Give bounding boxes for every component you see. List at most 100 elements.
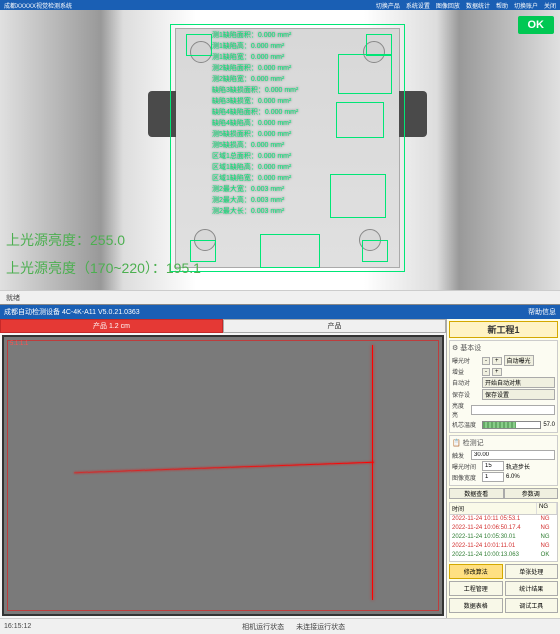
temperature-progress xyxy=(482,421,541,429)
roi-box xyxy=(330,174,386,218)
inspection-window-top: 成都XXXXX视觉检测系统 切换产品 系统设置 图像回放 数据统计 帮助 切换账… xyxy=(0,0,560,305)
subtab-data-view[interactable]: 数据查看 xyxy=(449,488,504,499)
bot-app-title: 成都自动检测设备 4C-4K-A11 V5.0.21.0363 xyxy=(4,307,140,317)
measurement-row: 缺陷4缺陷面积：0.000 mm² xyxy=(212,107,298,118)
action-button-grid: 修改算法 单张处理 工程管理 统计结果 数据表格 调试工具 xyxy=(449,564,558,613)
brightness-input[interactable] xyxy=(471,405,555,415)
log-row[interactable]: 2022-11-24 10:01:11.01NG xyxy=(450,542,557,551)
measurement-row: 测5缺损面积：0.000 mm² xyxy=(212,129,298,140)
stats-result-button[interactable]: 统计结果 xyxy=(505,581,559,596)
measurement-row: 缺陷3缺损面积：0.000 mm² xyxy=(212,85,298,96)
measurement-row: 区域1缺陷高：0.000 mm² xyxy=(212,162,298,173)
menu-data-stats[interactable]: 数据统计 xyxy=(466,1,490,10)
section-basic-settings: ⚙ 基本设 曝光时 - + 自动曝光 增益 - + 自动对 开始自动对焦 xyxy=(449,340,558,433)
measurement-row: 测2最大宽：0.003 mm² xyxy=(212,184,298,195)
measurement-row: 测2最大高：0.003 mm² xyxy=(212,195,298,206)
label-pct: 6.0% xyxy=(506,474,520,480)
trigger-input[interactable] xyxy=(471,450,555,460)
exposure-dec-button[interactable]: - xyxy=(482,357,490,365)
measurement-row: 测2缺陷宽：0.000 mm² xyxy=(212,74,298,85)
measurement-row: 区域1总面积：0.000 mm² xyxy=(212,151,298,162)
label-img-width: 图像宽度 xyxy=(452,473,480,482)
menu-switch-account[interactable]: 切换账户 xyxy=(514,1,538,10)
detection-bbox xyxy=(7,340,439,611)
subtab-param-adj[interactable]: 参数调 xyxy=(504,488,559,499)
status-time: 16:15:12 xyxy=(4,623,31,630)
measurement-row: 测1缺陷宽：0.000 mm² xyxy=(212,52,298,63)
log-head-time: 时间 xyxy=(450,503,537,514)
single-process-button[interactable]: 单张处理 xyxy=(505,564,559,579)
project-title: 新工程1 xyxy=(449,321,558,338)
tab-product-1[interactable]: 产品 1.2 cm xyxy=(0,319,223,333)
section-header: 📋 检测记 xyxy=(452,438,555,448)
measurement-row: 测1缺陷高：0.000 mm² xyxy=(212,41,298,52)
project-manage-button[interactable]: 工程管理 xyxy=(449,581,503,596)
temperature-bar xyxy=(483,422,516,428)
label-brightness: 亮度亮 xyxy=(452,401,469,419)
auto-exposure-button[interactable]: 自动曝光 xyxy=(504,355,534,366)
label-save: 保存设 xyxy=(452,390,480,399)
menu-switch-product[interactable]: 切换产品 xyxy=(376,1,400,10)
modify-algorithm-button[interactable]: 修改算法 xyxy=(449,564,503,579)
measurement-row: 测2最大长：0.003 mm² xyxy=(212,206,298,217)
label-step: 轨迹步长 xyxy=(506,462,530,471)
label-exp-time: 曝光时间 xyxy=(452,462,480,471)
detection-log: 时间 NG 2022-11-24 10:11 05:53.1NG 2022-11… xyxy=(449,502,558,562)
tab-label: 产品 xyxy=(328,321,342,331)
menu-image-playback[interactable]: 图像回放 xyxy=(436,1,460,10)
top-titlebar: 成都XXXXX视觉检测系统 切换产品 系统设置 图像回放 数据统计 帮助 切换账… xyxy=(0,0,560,10)
label-autofocus: 自动对 xyxy=(452,378,480,387)
brightness-readout-1: 上光源亮度：255.0 xyxy=(6,230,125,250)
bot-statusbar: 16:15:12 相机运行状态 未连接运行状态 xyxy=(0,618,560,634)
section-record: 📋 检测记 触发 曝光时间 轨迹步长 图像宽度 6.0% xyxy=(449,435,558,486)
measurement-row: 测2缺陷面积：0.000 mm² xyxy=(212,63,298,74)
tab-sublabel: 1.2 cm xyxy=(109,323,130,330)
log-header: 时间 NG xyxy=(450,503,557,515)
menu-system-settings[interactable]: 系统设置 xyxy=(406,1,430,10)
camera-viewport-bottom[interactable]: 5.1:1.1 xyxy=(2,335,444,616)
debug-tools-button[interactable]: 调试工具 xyxy=(505,598,559,613)
data-table-button[interactable]: 数据表格 xyxy=(449,598,503,613)
gain-dec-button[interactable]: - xyxy=(482,368,490,376)
measurement-row: 测5缺损高：0.000 mm² xyxy=(212,140,298,151)
top-menu: 切换产品 系统设置 图像回放 数据统计 帮助 切换账户 关闭 xyxy=(376,1,556,10)
autofocus-button[interactable]: 开始自动对焦 xyxy=(482,377,555,388)
menu-close[interactable]: 关闭 xyxy=(544,1,556,10)
roi-box xyxy=(186,34,212,56)
exp-time-input[interactable] xyxy=(482,461,504,471)
log-row[interactable]: 2022-11-24 10:00:13.063OK xyxy=(450,551,557,560)
roi-box xyxy=(260,234,320,268)
save-settings-button[interactable]: 保存设置 xyxy=(482,389,555,400)
measurement-row: 缺陷3缺损宽：0.000 mm² xyxy=(212,96,298,107)
log-row[interactable]: 2022-11-24 10:05:30.01NG xyxy=(450,533,557,542)
measurement-row: 测1缺陷面积：0.000 mm² xyxy=(212,30,298,41)
overlay-label: 5.1:1.1 xyxy=(10,341,28,347)
camera-viewport-top: OK 测1缺陷面积：0.000 mm² 测1缺陷高：0.000 mm² 测1缺陷… xyxy=(0,10,560,290)
log-head-result: NG xyxy=(537,503,557,514)
tab-label: 产品 xyxy=(93,321,107,331)
control-panel: 新工程1 ⚙ 基本设 曝光时 - + 自动曝光 增益 - + 自动对 开始自动对… xyxy=(446,319,560,618)
log-row[interactable]: 2022-11-24 10:06:50.17.4NG xyxy=(450,524,557,533)
log-row[interactable]: 2022-11-24 10:11 05:53.1NG xyxy=(450,515,557,524)
detected-crack-vertical xyxy=(372,345,373,600)
ok-status-badge: OK xyxy=(518,16,555,34)
label-gain: 增益 xyxy=(452,367,480,376)
brightness-readout-2: 上光源亮度（170~220）：195.1 xyxy=(6,258,201,278)
exposure-inc-button[interactable]: + xyxy=(492,357,502,365)
status-connection: 未连接运行状态 xyxy=(296,622,345,632)
label-exposure: 曝光时 xyxy=(452,356,480,365)
label-core-temp: 机芯温度 xyxy=(452,420,480,429)
gain-inc-button[interactable]: + xyxy=(492,368,502,376)
roi-box xyxy=(336,102,384,138)
label-trigger: 触发 xyxy=(452,451,469,460)
menu-help[interactable]: 帮助 xyxy=(496,1,508,10)
status-text: 就绪 xyxy=(6,293,20,303)
tab-product-2[interactable]: 产品 xyxy=(223,319,446,333)
app-title: 成都XXXXX视觉检测系统 xyxy=(4,1,72,10)
measurement-row: 缺陷4缺陷高：0.000 mm² xyxy=(212,118,298,129)
bot-titlebar: 成都自动检测设备 4C-4K-A11 V5.0.21.0363 帮助信息 xyxy=(0,305,560,319)
img-width-input[interactable] xyxy=(482,472,504,482)
bot-help-link[interactable]: 帮助信息 xyxy=(528,307,556,317)
roi-box xyxy=(366,34,392,56)
temperature-value: 57.0 xyxy=(543,422,555,428)
